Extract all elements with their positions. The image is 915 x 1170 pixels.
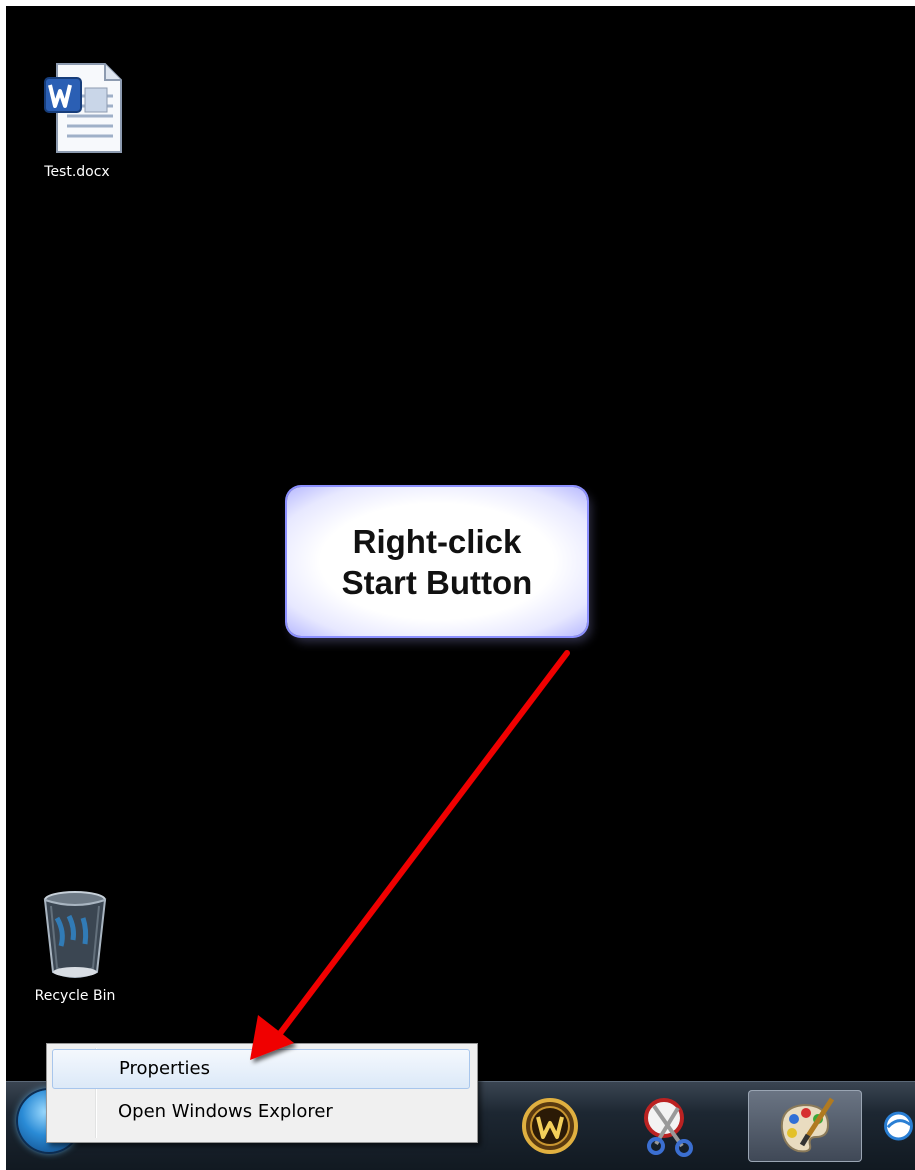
world-of-warcraft-icon (522, 1098, 578, 1154)
start-button-context-menu: Properties Open Windows Explorer (46, 1043, 478, 1143)
taskbar-item-internet-explorer[interactable] (882, 1090, 915, 1162)
taskbar-item-world-of-warcraft[interactable] (514, 1090, 586, 1162)
desktop-icon-label: Test.docx (44, 164, 110, 180)
recycle-bin-icon (43, 891, 107, 978)
word-document-icon (44, 63, 122, 153)
desktop-icon-test-docx[interactable]: Test.docx (22, 60, 132, 180)
desktop-icon-recycle-bin[interactable]: Recycle Bin (20, 888, 130, 1004)
callout-text: Right-click Start Button (341, 522, 533, 601)
internet-explorer-icon (884, 1111, 913, 1141)
menu-item-open-windows-explorer[interactable]: Open Windows Explorer (52, 1092, 470, 1132)
taskbar-item-snipping-tool[interactable] (634, 1090, 706, 1162)
desktop: Test.docx Recycle Bin Right-click Start … (6, 6, 915, 1081)
desktop-icon-label: Recycle Bin (34, 988, 116, 1004)
instruction-callout: Right-click Start Button (287, 487, 587, 636)
taskbar-item-paint[interactable] (748, 1090, 862, 1162)
menu-item-properties[interactable]: Properties (52, 1049, 470, 1089)
paint-icon (780, 1097, 835, 1153)
snipping-tool-icon (644, 1098, 693, 1157)
